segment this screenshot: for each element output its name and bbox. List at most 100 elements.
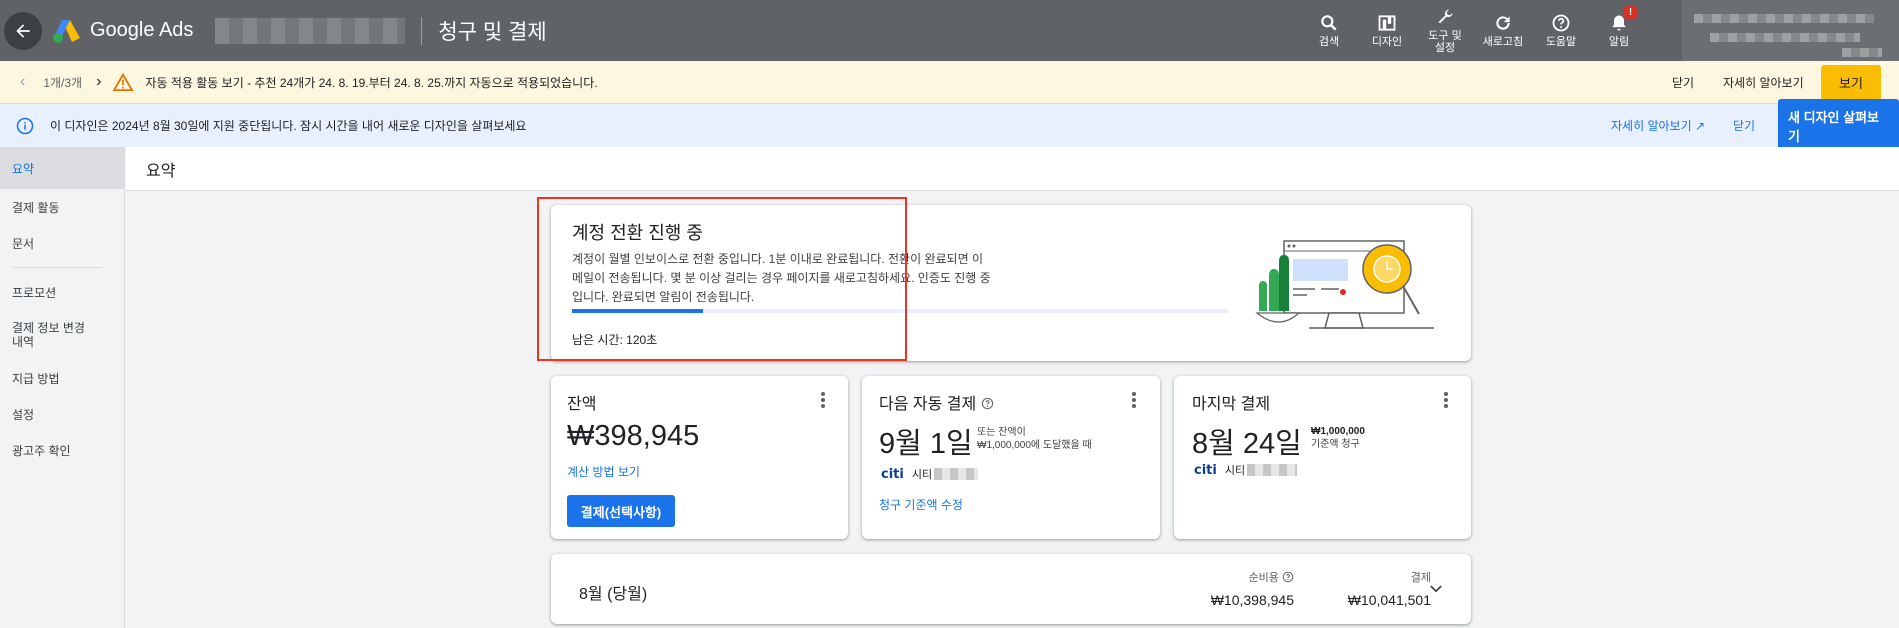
chevron-right-icon[interactable]: › [96, 73, 101, 91]
last-payment-card: 마지막 결제 8월 24일 ₩1,000,000 기준액 청구 citi 시티 [1174, 376, 1471, 539]
next-payment-title-text: 다음 자동 결제 [879, 396, 977, 413]
notification-badge: ! [1623, 5, 1638, 20]
new-design-button[interactable]: 새 디자인 살펴보기 [1778, 98, 1899, 153]
toolbar-help-label: 도움말 [1545, 36, 1577, 48]
toolbar-refresh[interactable]: 새로고침 [1474, 0, 1532, 61]
brand-name: Google Ads [90, 19, 194, 41]
last-payment-note: ₩1,000,000 기준액 청구 [1311, 425, 1365, 451]
sidebar-item-promotions[interactable]: 프로모션 [0, 274, 124, 310]
design-close-button[interactable]: 닫기 [1733, 117, 1755, 134]
last-payment-amount-note: 기준액 청구 [1311, 439, 1360, 450]
sidebar-item-summary[interactable]: 요약 [0, 147, 124, 189]
banner-view-button[interactable]: 보기 [1821, 64, 1881, 100]
google-ads-icon [53, 19, 80, 43]
design-banner-message: 이 디자인은 2024년 8월 30일에 지원 중단됩니다. 잠시 시간을 내어… [50, 119, 527, 133]
sidebar-item-payment-methods[interactable]: 지급 방법 [0, 360, 124, 396]
next-payment-title: 다음 자동 결제 [879, 390, 994, 414]
banner-pager: 1개/3개 [43, 75, 83, 90]
highlight-annotation [537, 197, 907, 361]
pay-button[interactable]: 결제(선택사항) [567, 495, 675, 527]
last-payment-title: 마지막 결제 [1192, 396, 1271, 413]
help-icon [1552, 14, 1570, 32]
citi-logo: citi [881, 466, 904, 482]
next-payment-note: 또는 잔액이 ₩1,000,000에 도달했을 때 [977, 426, 1092, 452]
net-cost-label: 순비용 [1196, 569, 1294, 585]
design-learn-more-link[interactable]: 자세히 알아보기 ↗ [1611, 117, 1705, 134]
chevron-down-icon[interactable] [1427, 580, 1445, 598]
wrench-icon [1438, 9, 1453, 24]
toolbar-design-label: 디자인 [1371, 36, 1403, 48]
edit-threshold-link[interactable]: 청구 기준액 수정 [879, 496, 963, 513]
banner-close-button[interactable]: 닫기 [1672, 74, 1694, 91]
balance-amount: ₩398,945 [567, 420, 700, 452]
arrow-back-icon [16, 23, 30, 38]
banner-message[interactable]: 자동 적용 활동 보기 - 추천 24개가 24. 8. 19.부터 24. 8… [145, 74, 597, 91]
sidebar-item-documents[interactable]: 문서 [0, 225, 124, 261]
toolbar-notifications-label: 알림 [1608, 36, 1630, 48]
design-deprecation-banner: 이 디자인은 2024년 8월 30일에 지원 중단됩니다. 잠시 시간을 내어… [0, 98, 1899, 153]
next-payment-note-1: 또는 잔액이 [977, 427, 1026, 438]
last-payment-date: 8월 24일 [1192, 428, 1302, 460]
payment-label: 결제 [1410, 572, 1431, 584]
balance-more-icon[interactable] [821, 392, 825, 408]
help-icon[interactable] [981, 397, 994, 410]
bank-number-redacted [1247, 464, 1298, 476]
net-cost-label-text: 순비용 [1248, 572, 1279, 584]
design-learn-more-label: 자세히 알아보기 [1611, 119, 1692, 133]
month-card[interactable]: 8월 (당월) 순비용 ₩10,398,945 결제 ₩10,041,501 [551, 554, 1471, 624]
divider [421, 16, 423, 45]
warning-icon [113, 73, 134, 91]
month-label: 8월 (당월) [579, 586, 648, 603]
info-icon [16, 117, 34, 134]
toolbar-search[interactable]: 검색 [1300, 0, 1358, 61]
toolbar-tools-label: 도구 및 설정 [1428, 30, 1462, 54]
balance-calc-link[interactable]: 계산 방법 보기 [567, 463, 640, 480]
toolbar-help[interactable]: 도움말 [1532, 0, 1590, 61]
sidebar-item-settings[interactable]: 설정 [0, 396, 124, 432]
toolbar-notifications[interactable]: 알림 ! [1590, 0, 1648, 61]
page-title: 청구 및 결제 [438, 20, 547, 44]
google-ads-logo[interactable]: Google Ads [52, 18, 193, 44]
top-app-bar: Google Ads 청구 및 결제 검색 디자인 도구 및 설정 새로고침 도… [0, 0, 1899, 61]
computer-illustration [1255, 240, 1434, 329]
last-payment-amount: ₩1,000,000 [1311, 426, 1365, 437]
back-button[interactable] [4, 11, 42, 50]
sidebar-item-billing-changes[interactable]: 결제 정보 변경 내역 [0, 310, 100, 360]
bank-number-redacted [934, 468, 979, 480]
help-icon[interactable] [1282, 571, 1294, 583]
sidebar-item-payment-activity[interactable]: 결제 활동 [0, 189, 124, 225]
balance-title: 잔액 [567, 396, 597, 413]
net-cost-value: ₩10,398,945 [1210, 592, 1294, 608]
banner-learn-more-button[interactable]: 자세히 알아보기 [1723, 74, 1804, 91]
next-payment-more-icon[interactable] [1132, 392, 1136, 408]
balance-card: 잔액 ₩398,945 계산 방법 보기 결제(선택사항) [551, 376, 848, 539]
external-link-icon: ↗ [1694, 119, 1706, 133]
next-payment-card: 다음 자동 결제 9월 1일 또는 잔액이 ₩1,000,000에 도달했을 때… [862, 376, 1160, 539]
bank-name: 시티 [911, 469, 933, 481]
toolbar: 검색 디자인 도구 및 설정 새로고침 도움말 알림 ! [1300, 0, 1648, 61]
last-payment-bank: citi 시티 [1194, 462, 1298, 478]
payment-value: ₩10,041,501 [1347, 592, 1431, 608]
toolbar-tools-settings[interactable]: 도구 및 설정 [1416, 0, 1474, 61]
auto-apply-banner: ‹ 1개/3개 › 자동 적용 활동 보기 - 추천 24개가 24. 8. 1… [0, 61, 1899, 104]
sidebar-nav: 요약 결제 활동 문서 프로모션 결제 정보 변경 내역 지급 방법 설정 광고… [0, 147, 125, 628]
search-icon [1321, 15, 1337, 31]
toolbar-design[interactable]: 디자인 [1358, 0, 1416, 61]
main-heading: 요약 [146, 162, 176, 180]
toolbar-refresh-label: 새로고침 [1482, 36, 1524, 48]
account-name-redacted[interactable] [215, 17, 406, 44]
next-payment-bank: citi 시티 [881, 466, 979, 482]
refresh-icon [1496, 16, 1510, 30]
next-payment-date: 9월 1일 [879, 428, 973, 460]
sidebar-divider [12, 267, 102, 268]
design-icon [1378, 15, 1396, 31]
toolbar-search-label: 검색 [1318, 36, 1340, 48]
chevron-left-icon[interactable]: ‹ [20, 73, 25, 91]
user-account-redacted[interactable] [1682, 0, 1899, 61]
citi-logo: citi [1194, 462, 1217, 478]
last-payment-more-icon[interactable] [1444, 392, 1448, 408]
next-payment-note-2: ₩1,000,000에 도달했을 때 [977, 440, 1092, 451]
sidebar-item-advertiser-verification[interactable]: 광고주 확인 [0, 432, 124, 468]
bank-name: 시티 [1224, 465, 1246, 477]
main-header: 요약 [126, 147, 1899, 191]
